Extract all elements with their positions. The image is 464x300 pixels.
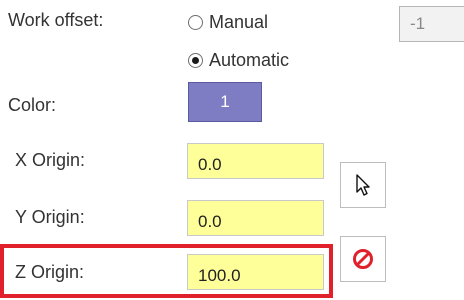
radio-automatic[interactable]: Automatic — [188, 50, 289, 71]
radio-manual[interactable]: Manual — [188, 12, 268, 33]
work-offset-number-field[interactable]: -1 — [399, 6, 464, 42]
color-label: Color: — [8, 95, 57, 115]
y-origin-input[interactable] — [187, 200, 324, 236]
radio-automatic-label: Automatic — [209, 50, 290, 70]
x-origin-label: X Origin: — [15, 150, 86, 170]
pick-origin-button[interactable] — [340, 162, 386, 208]
z-origin-label: Z Origin: — [15, 262, 85, 282]
radio-manual-label: Manual — [209, 12, 269, 32]
radio-manual-circle[interactable] — [188, 15, 203, 30]
color-swatch-button[interactable]: 1 — [188, 82, 262, 122]
radio-automatic-circle[interactable] — [188, 53, 203, 68]
clear-origin-button[interactable] — [340, 236, 386, 282]
z-origin-input[interactable] — [187, 254, 324, 290]
cursor-arrow-icon — [356, 174, 370, 196]
origin-settings-panel: Work offset: Manual -1 Automatic Color: … — [0, 0, 464, 300]
x-origin-input[interactable] — [187, 143, 324, 179]
work-offset-label: Work offset: — [8, 10, 104, 30]
prohibited-icon — [353, 249, 373, 269]
y-origin-label: Y Origin: — [15, 207, 85, 227]
